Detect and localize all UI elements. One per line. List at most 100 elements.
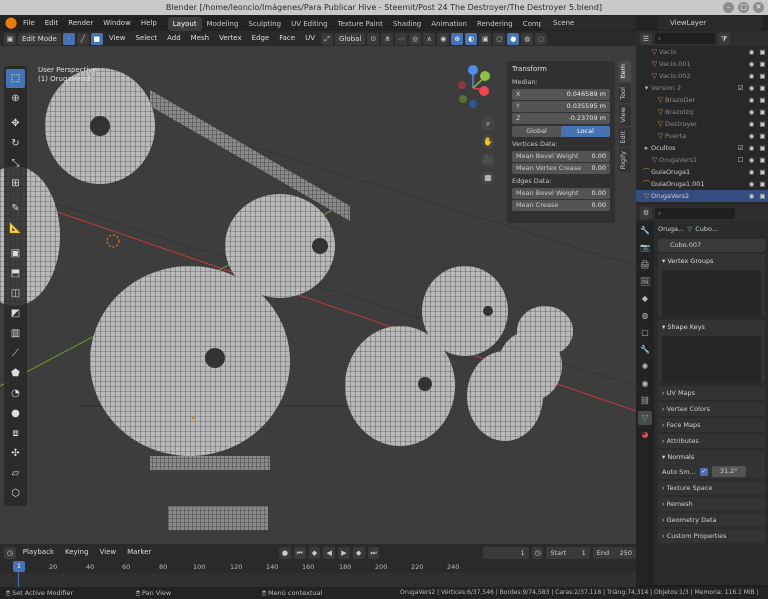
scene-tab-icon[interactable]: ◆ [638, 292, 652, 306]
outliner-item-selected[interactable]: ▽ OrugaVers2 ◉ ▣ [636, 190, 768, 202]
global-space-button[interactable]: Global [512, 126, 561, 137]
vertex-select-icon[interactable]: · [62, 32, 75, 45]
auto-smooth-checkbox[interactable]: ✓ [699, 467, 708, 476]
menu-view[interactable]: View [105, 31, 130, 46]
spin-tool-icon[interactable]: ◔ [6, 384, 25, 403]
edge-select-icon[interactable]: ╱ [76, 32, 89, 45]
menu-edge[interactable]: Edge [248, 31, 274, 46]
menu-add[interactable]: Add [163, 31, 185, 46]
menu-help[interactable]: Help [136, 15, 162, 31]
transform-tool-icon[interactable]: ⊞ [6, 174, 25, 193]
jump-end-icon[interactable]: ⏭ [367, 546, 380, 559]
gizmo-icon[interactable]: ⊕ [451, 32, 464, 45]
mean-crease-field[interactable]: Mean Crease 0.00 [512, 200, 610, 211]
bevel-tool-icon[interactable]: ◩ [6, 304, 25, 323]
world-tab-icon[interactable]: ◍ [638, 309, 652, 323]
scene-selector[interactable]: Scene [541, 16, 636, 30]
current-frame-field[interactable]: 1 [483, 546, 529, 559]
annotate-tool-icon[interactable]: ✎ [6, 199, 25, 218]
blender-logo-icon[interactable]: ⬤ [4, 16, 18, 30]
end-frame-field[interactable]: End 250 [592, 546, 637, 559]
outliner-item[interactable]: ▽ Vacio ◉ ▣ [636, 46, 768, 58]
outliner-item[interactable]: ▽ BrazoIzq ◉ ▣ [636, 106, 768, 118]
outliner-collection[interactable]: ▸ Ocultos ☑ ◉ ▣ [636, 142, 768, 154]
camera-icon[interactable]: 🎥 [481, 153, 495, 167]
menu-face[interactable]: Face [275, 31, 299, 46]
extrude-tool-icon[interactable]: ⬒ [6, 264, 25, 283]
orientation-icon[interactable]: ⤢ [321, 32, 333, 45]
texture-space-panel-header[interactable]: › Texture Space [658, 481, 765, 495]
timeline-type-icon[interactable]: ◷ [4, 546, 16, 559]
menu-playback[interactable]: Playback [19, 545, 58, 560]
edge-slide-tool-icon[interactable]: ⧈ [6, 424, 25, 443]
rip-tool-icon[interactable]: ⬡ [6, 484, 25, 503]
outliner-item[interactable]: ▽ OrugaVers1 ☐ ◉ ▣ [636, 154, 768, 166]
face-maps-panel-header[interactable]: › Face Maps [658, 418, 765, 432]
face-select-icon[interactable]: ■ [90, 32, 103, 45]
play-icon[interactable]: ▶ [338, 546, 350, 559]
filter-icon[interactable]: ⧩ [718, 32, 730, 45]
mesh-name-field[interactable]: Cubo.007 [658, 239, 765, 252]
menu-edit[interactable]: Edit [40, 15, 64, 31]
tab-uv-editing[interactable]: UV Editing [286, 17, 333, 31]
visibility-icon[interactable]: ◉ [437, 32, 450, 45]
median-y-field[interactable]: Y 0.035595 m [512, 101, 610, 112]
auto-smooth-angle-field[interactable]: 31.2° [711, 466, 746, 477]
outliner-item[interactable]: ▽ Puerta ◉ ▣ [636, 130, 768, 142]
geometry-data-panel-header[interactable]: › Geometry Data [658, 513, 765, 527]
loop-cut-tool-icon[interactable]: ▥ [6, 324, 25, 343]
start-frame-field[interactable]: Start 1 [546, 546, 590, 559]
playhead[interactable]: 1 [13, 561, 25, 572]
orientation-selector[interactable]: Global [335, 32, 366, 45]
record-icon[interactable]: ● [279, 546, 291, 559]
custom-properties-panel-header[interactable]: › Custom Properties [658, 529, 765, 543]
timeline[interactable]: 20 40 60 80 100 120 140 160 180 200 220 … [0, 561, 636, 587]
outliner-collection[interactable]: ▾ Version 2 ☑ ◉ ▣ [636, 82, 768, 94]
menu-file[interactable]: File [18, 15, 40, 31]
measure-tool-icon[interactable]: 📐 [6, 219, 25, 238]
local-space-button[interactable]: Local [561, 126, 610, 137]
median-x-field[interactable]: X 0.046589 m [512, 89, 610, 100]
proportional-edit-icon[interactable]: ◎ [409, 32, 422, 45]
z-axis-icon[interactable] [468, 65, 478, 75]
sidebar-tab-view[interactable]: View [619, 104, 631, 126]
close-button[interactable]: ✕ [753, 2, 764, 13]
outliner-type-icon[interactable]: ☰ [640, 32, 652, 45]
next-key-icon[interactable]: ◆ [352, 546, 365, 559]
tab-modeling[interactable]: Modeling [202, 17, 244, 31]
tab-animation[interactable]: Animation [426, 17, 472, 31]
menu-marker[interactable]: Marker [123, 545, 155, 560]
mean-vertex-crease-field[interactable]: Mean Vertex Crease 0.00 [512, 163, 610, 174]
vertex-groups-list[interactable] [662, 270, 761, 316]
menu-timeline-view[interactable]: View [96, 545, 121, 560]
y-axis-icon[interactable] [480, 71, 490, 81]
smooth-tool-icon[interactable]: ● [6, 404, 25, 423]
outliner-item[interactable]: ⌒ GuiaOruga1.001 ◉ ▣ [636, 178, 768, 190]
grid-icon[interactable]: ▦ [481, 171, 495, 185]
physics-tab-icon[interactable]: ◉ [638, 377, 652, 391]
shear-tool-icon[interactable]: ▱ [6, 464, 25, 483]
snap-icon[interactable]: ⋔ [381, 32, 394, 45]
tab-layout[interactable]: Layout [167, 16, 202, 31]
3d-cursor[interactable] [106, 234, 120, 248]
shrink-tool-icon[interactable]: ✣ [6, 444, 25, 463]
clock-icon[interactable]: ◷ [531, 546, 544, 559]
jump-start-icon[interactable]: ⏮ [293, 546, 306, 559]
particles-tab-icon[interactable]: ✺ [638, 360, 652, 374]
inset-tool-icon[interactable]: ◫ [6, 284, 25, 303]
uv-maps-panel-header[interactable]: › UV Maps [658, 386, 765, 400]
outliner-item[interactable]: ▽ Vacio.002 ◉ ▣ [636, 70, 768, 82]
move-tool-icon[interactable]: ✥ [6, 114, 25, 133]
mode-selector[interactable]: Edit Mode [18, 32, 61, 45]
properties-type-icon[interactable]: ⚙ [640, 207, 652, 219]
sidebar-tab-rigify[interactable]: Rigify [619, 148, 631, 173]
view-layer-tab-icon[interactable]: 🖼 [638, 275, 652, 289]
menu-render[interactable]: Render [63, 15, 98, 31]
select-box-tool-icon[interactable]: ⬚ [6, 69, 25, 88]
menu-select[interactable]: Select [131, 31, 161, 46]
poly-build-tool-icon[interactable]: ⬟ [6, 364, 25, 383]
shape-keys-header[interactable]: ▾ Shape Keys [658, 320, 765, 334]
maximize-button[interactable]: □ [738, 2, 749, 13]
minimize-button[interactable]: – [723, 2, 734, 13]
outliner-item[interactable]: ▽ Destroyer ◉ ▣ [636, 118, 768, 130]
